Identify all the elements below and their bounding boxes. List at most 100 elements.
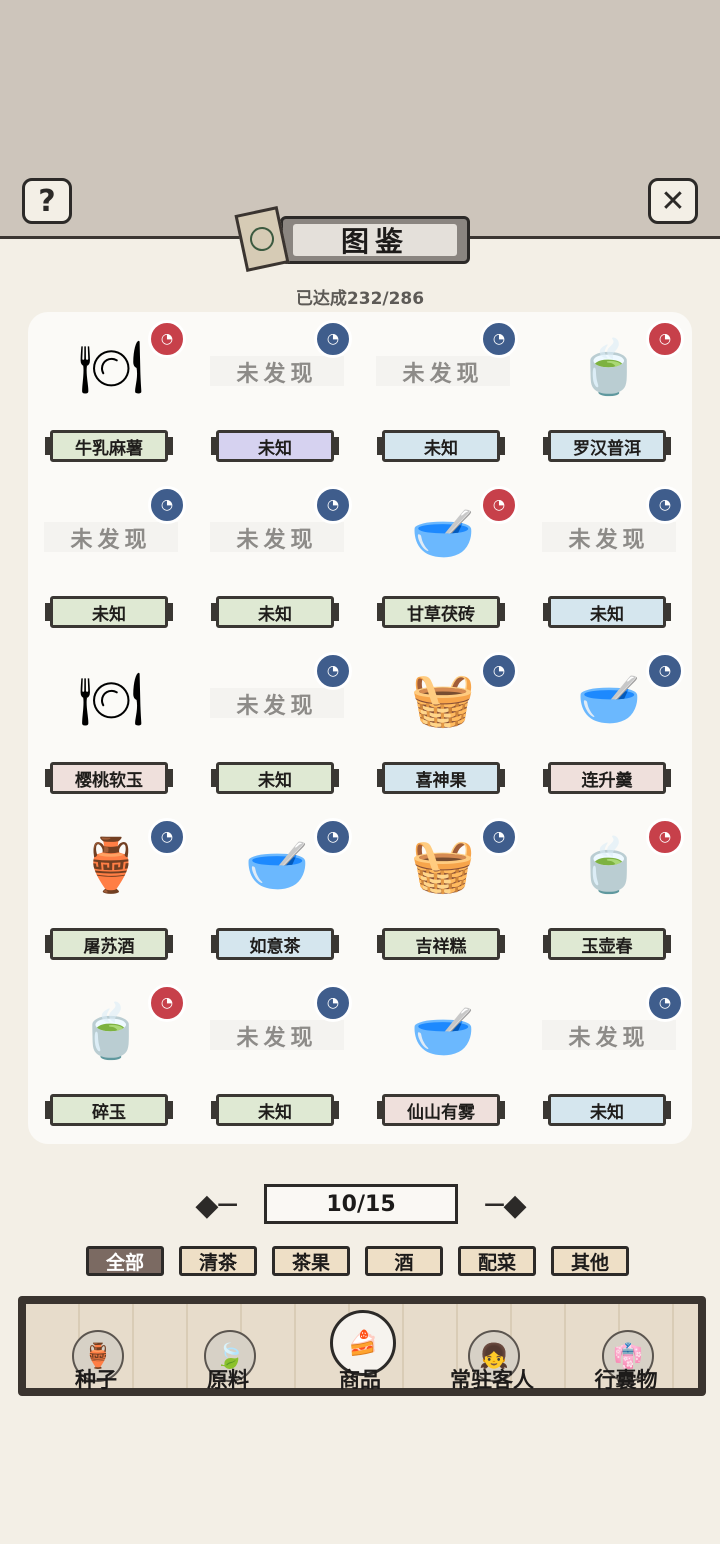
undiscovered-text: 未发现 (210, 356, 344, 387)
bottom-nav-item[interactable]: 🍃 原料 (168, 1310, 288, 1396)
seal-badge-icon: ◔ (148, 984, 186, 1022)
collection-item[interactable]: 未发现 ◔ 未知 (526, 976, 692, 1142)
filter-tab[interactable]: 其他 (551, 1246, 629, 1276)
filter-tab[interactable]: 配菜 (458, 1246, 536, 1276)
seal-badge-icon: ◔ (480, 652, 518, 690)
question-icon: ? (38, 183, 56, 219)
bottom-nav-item[interactable]: 👧 常驻客人 (432, 1310, 552, 1396)
item-name-label: 罗汉普洱 (543, 430, 671, 462)
item-name-label: 吉祥糕 (377, 928, 505, 960)
collection-item[interactable]: 🍽 ◔ 牛乳麻薯 (28, 312, 194, 478)
collection-item[interactable]: 🧺 ◔ 喜神果 (360, 644, 526, 810)
collection-item[interactable]: 🥣 ◔ 甘草茯砖 (360, 478, 526, 644)
bottom-nav-label: 商品 (339, 1368, 381, 1392)
close-x-icon: ✕ (660, 183, 686, 219)
seal-badge-icon: ◔ (646, 652, 684, 690)
undiscovered-text: 未发现 (210, 688, 344, 719)
item-name-label: 未知 (211, 430, 339, 462)
collection-item[interactable]: 未发现 ◔ 未知 (28, 478, 194, 644)
collection-item[interactable]: 🍵 ◔ 玉壶春 (526, 810, 692, 976)
item-name-label: 未知 (377, 430, 505, 462)
seal-badge-icon: ◔ (480, 320, 518, 358)
collection-item[interactable]: 🍽 樱桃软玉 (28, 644, 194, 810)
filter-tab[interactable]: 茶果 (272, 1246, 350, 1276)
bottom-nav-label: 常驻客人 (450, 1368, 534, 1392)
filter-tab[interactable]: 全部 (86, 1246, 164, 1276)
seal-badge-icon: ◔ (148, 818, 186, 856)
item-name-label: 如意茶 (211, 928, 339, 960)
seal-badge-icon: ◔ (646, 818, 684, 856)
collection-item[interactable]: 未发现 ◔ 未知 (194, 976, 360, 1142)
seal-badge-icon: ◔ (480, 818, 518, 856)
bottom-nav-item[interactable]: 👘 行囊物 (566, 1310, 686, 1396)
collection-item[interactable]: 未发现 ◔ 未知 (360, 312, 526, 478)
collection-item[interactable]: 未发现 ◔ 未知 (194, 478, 360, 644)
collection-item[interactable]: 未发现 ◔ 未知 (194, 644, 360, 810)
help-button[interactable]: ? (22, 178, 72, 224)
title-scroll: 图鉴 (280, 216, 470, 264)
collection-item[interactable]: 🧺 ◔ 吉祥糕 (360, 810, 526, 976)
seal-badge-icon: ◔ (314, 652, 352, 690)
collection-progress: 已达成232/286 (295, 289, 425, 309)
item-name-label: 喜神果 (377, 762, 505, 794)
bottom-nav-label: 行囊物 (594, 1368, 658, 1392)
filter-tab[interactable]: 清茶 (179, 1246, 257, 1276)
item-name-label: 仙山有雾 (377, 1094, 505, 1126)
item-name-label: 樱桃软玉 (45, 762, 173, 794)
item-name-label: 未知 (211, 762, 339, 794)
collection-item[interactable]: 🍵 ◔ 罗汉普洱 (526, 312, 692, 478)
collection-item[interactable]: 🥣 仙山有雾 (360, 976, 526, 1142)
item-name-label: 牛乳麻薯 (45, 430, 173, 462)
collection-item[interactable]: 未发现 ◔ 未知 (526, 478, 692, 644)
collection-item[interactable]: 未发现 ◔ 未知 (194, 312, 360, 478)
bottom-nav-label: 原料 (207, 1368, 249, 1392)
undiscovered-text: 未发现 (210, 522, 344, 553)
undiscovered-text: 未发现 (210, 1020, 344, 1051)
item-name-label: 连升羹 (543, 762, 671, 794)
collection-panel: 🍽 ◔ 牛乳麻薯 未发现 ◔ 未知 未发现 ◔ 未知 🍵 ◔ 罗汉普洱 未发现 ◔ 未知 未发现 ◔ 未知 🥣 ◔ 甘草… (28, 312, 692, 1144)
seal-badge-icon: ◔ (314, 486, 352, 524)
bowl-icon: 🥣 (410, 1001, 476, 1062)
arrow-left-icon[interactable]: ◆─ (186, 1186, 246, 1224)
book-icon (234, 206, 290, 272)
title-plate: 图鉴 (234, 206, 470, 272)
seal-badge-icon: ◔ (314, 818, 352, 856)
seal-badge-icon: ◔ (314, 320, 352, 358)
bottom-nav-label: 种子 (75, 1368, 117, 1392)
bottom-nav-item[interactable]: 🏺 种子 (36, 1310, 156, 1396)
item-name-label: 未知 (45, 596, 173, 628)
seal-badge-icon: ◔ (314, 984, 352, 1022)
close-button[interactable]: ✕ (648, 178, 698, 224)
item-name-label: 未知 (543, 596, 671, 628)
filter-tab[interactable]: 酒 (365, 1246, 443, 1276)
top-band (0, 0, 720, 238)
item-name-label: 甘草茯砖 (377, 596, 505, 628)
page-title: 图鉴 (293, 224, 457, 258)
item-name-label: 屠苏酒 (45, 928, 173, 960)
collection-item[interactable]: 🍵 ◔ 碎玉 (28, 976, 194, 1142)
seal-badge-icon: ◔ (646, 486, 684, 524)
plate-icon: 🍽 (77, 669, 144, 730)
undiscovered-text: 未发现 (376, 356, 510, 387)
seal-badge-icon: ◔ (646, 984, 684, 1022)
arrow-right-icon[interactable]: ─◆ (476, 1186, 536, 1224)
seal-badge-icon: ◔ (148, 486, 186, 524)
item-name-label: 玉壶春 (543, 928, 671, 960)
undiscovered-text: 未发现 (44, 522, 178, 553)
collection-item[interactable]: 🥣 ◔ 如意茶 (194, 810, 360, 976)
item-name-label: 未知 (211, 1094, 339, 1126)
item-name-label: 碎玉 (45, 1094, 173, 1126)
pager: ◆─ 10/15 ─◆ (186, 1180, 536, 1230)
collection-item[interactable]: 🥣 ◔ 连升羹 (526, 644, 692, 810)
category-filters: 全部 清茶 茶果酒配菜 其他 (86, 1246, 646, 1278)
item-name-label: 未知 (211, 596, 339, 628)
seal-badge-icon: ◔ (148, 320, 186, 358)
seal-badge-icon: ◔ (480, 486, 518, 524)
page-indicator: 10/15 (264, 1184, 458, 1224)
collection-item[interactable]: 🏺 ◔ 屠苏酒 (28, 810, 194, 976)
undiscovered-text: 未发现 (542, 1020, 676, 1051)
bottom-nav-item[interactable]: 🍰 商品 (300, 1310, 420, 1396)
item-name-label: 未知 (543, 1094, 671, 1126)
undiscovered-text: 未发现 (542, 522, 676, 553)
seal-badge-icon: ◔ (646, 320, 684, 358)
